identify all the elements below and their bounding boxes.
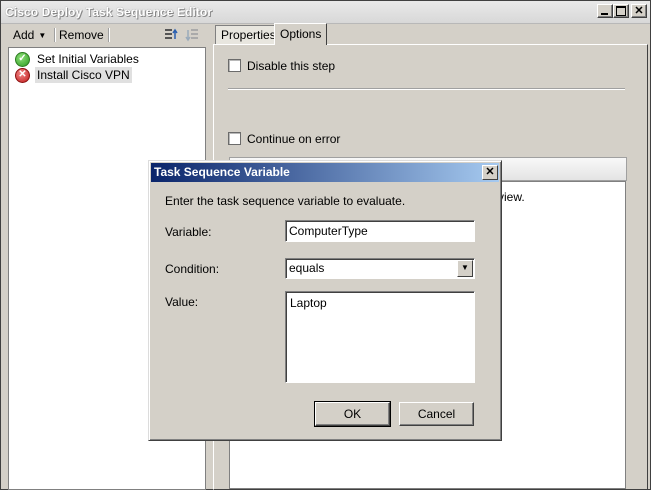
variable-label: Variable: xyxy=(165,225,212,239)
toolbar: Add ▼ Remove xyxy=(3,25,208,45)
window-titlebar[interactable]: Cisco Deploy Task Sequence Editor ✕ xyxy=(1,1,650,24)
toolbar-separator xyxy=(54,28,56,42)
minimize-button[interactable] xyxy=(597,4,613,18)
maximize-icon xyxy=(616,6,626,16)
add-button-label: Add xyxy=(13,28,35,42)
value-text: Laptop xyxy=(290,296,327,310)
tab-strip: Properties Options xyxy=(213,23,650,45)
move-down-icon xyxy=(185,29,198,42)
move-down-button[interactable] xyxy=(184,27,200,43)
dialog-prompt: Enter the task sequence variable to eval… xyxy=(165,194,406,208)
tree-item-label: Install Cisco VPN xyxy=(35,67,132,83)
window-title: Cisco Deploy Task Sequence Editor xyxy=(5,5,213,19)
condition-dropdown-button[interactable]: ▼ xyxy=(457,260,473,277)
task-sequence-variable-dialog: Task Sequence Variable ✕ Enter the task … xyxy=(148,160,502,441)
disable-step-checkbox[interactable] xyxy=(228,59,241,72)
cancel-button[interactable]: Cancel xyxy=(399,402,474,426)
minimize-icon xyxy=(601,13,608,15)
ok-button[interactable]: OK xyxy=(314,401,391,427)
chevron-down-icon: ▼ xyxy=(461,263,469,272)
dialog-close-button[interactable]: ✕ xyxy=(482,165,498,180)
maximize-button[interactable] xyxy=(613,4,629,18)
variable-input[interactable]: ComputerType xyxy=(285,220,475,242)
value-textarea[interactable]: Laptop xyxy=(285,291,475,383)
tab-options[interactable]: Options xyxy=(274,23,328,45)
dialog-titlebar[interactable]: Task Sequence Variable ✕ xyxy=(151,163,499,182)
condition-label: Condition: xyxy=(165,262,220,276)
continue-on-error-label: Continue on error xyxy=(247,132,341,146)
toolbar-separator xyxy=(108,28,110,42)
error-circle-icon: ✕ xyxy=(15,68,30,83)
close-icon: ✕ xyxy=(634,5,644,17)
condition-select[interactable]: equals ▼ xyxy=(285,258,475,279)
divider xyxy=(228,88,625,90)
add-button[interactable]: Add ▼ xyxy=(13,27,46,43)
tree-item-label: Set Initial Variables xyxy=(37,52,139,66)
continue-on-error-checkbox[interactable] xyxy=(228,132,241,145)
close-button[interactable]: ✕ xyxy=(631,4,647,18)
close-icon: ✕ xyxy=(485,166,495,178)
condition-value: equals xyxy=(289,261,325,275)
dialog-title: Task Sequence Variable xyxy=(154,165,290,179)
check-circle-icon: ✓ xyxy=(15,52,30,67)
conditions-text: view. xyxy=(498,190,525,204)
remove-button[interactable]: Remove xyxy=(59,27,104,43)
tab-properties[interactable]: Properties xyxy=(215,25,282,45)
move-up-icon xyxy=(165,28,178,39)
disable-step-label: Disable this step xyxy=(247,59,336,73)
chevron-down-icon: ▼ xyxy=(38,31,47,40)
move-up-button[interactable] xyxy=(163,27,179,43)
variable-value: ComputerType xyxy=(289,224,368,238)
value-label: Value: xyxy=(165,295,199,309)
